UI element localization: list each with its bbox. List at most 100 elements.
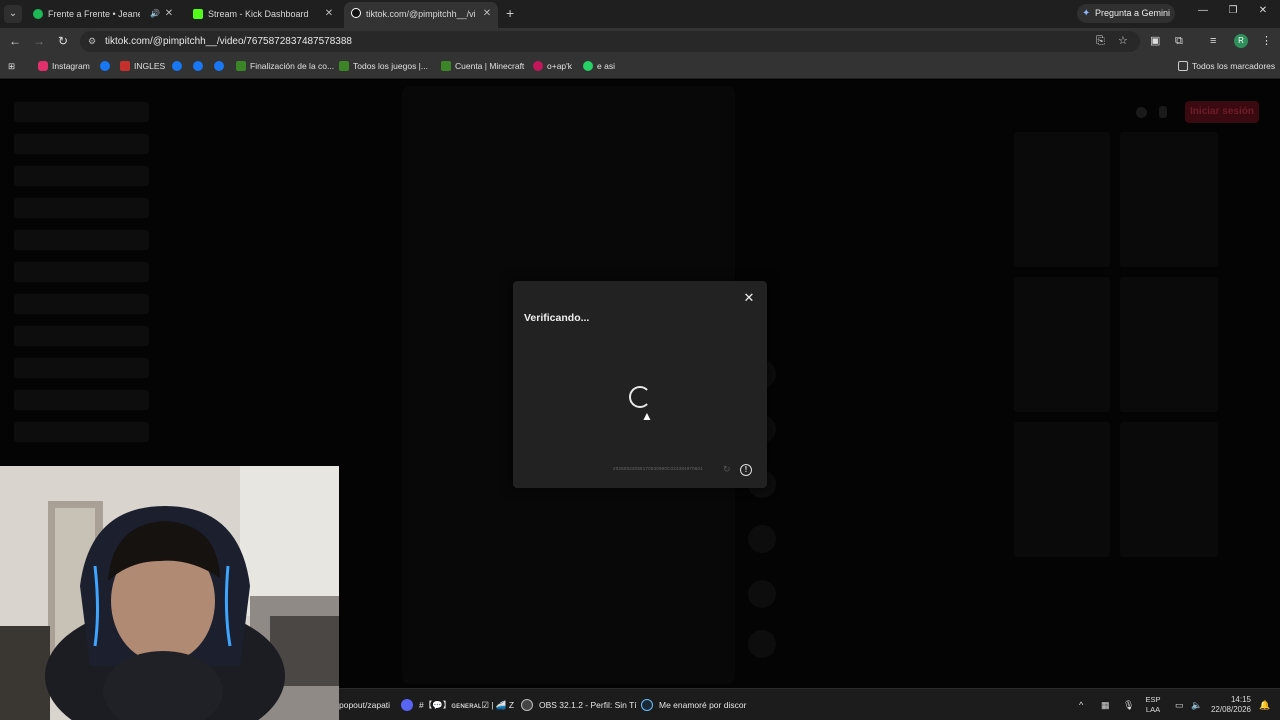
close-window-button[interactable]: ✕	[1255, 5, 1271, 16]
xbox-icon	[236, 61, 246, 71]
bookmark-oapk[interactable]: o+ap'k	[533, 60, 572, 72]
xbox-icon	[441, 61, 451, 71]
skeleton-sidebar-item	[14, 294, 149, 314]
skeleton-thumbnail	[1120, 422, 1218, 557]
restore-button[interactable]: ❐	[1225, 5, 1241, 16]
login-button[interactable]: Iniciar sesión	[1185, 101, 1259, 123]
folder-icon	[1178, 61, 1188, 71]
taskbar-item-label: #【💬】ɢᴇɴᴇʀᴀʟ☑ | 🚄 Z	[419, 700, 515, 710]
skeleton-action-button	[748, 630, 776, 658]
install-app-icon[interactable]: ⎘	[1096, 35, 1105, 47]
refresh-icon[interactable]: ↻	[723, 464, 731, 475]
whatsapp-icon	[583, 61, 593, 71]
skeleton-sidebar-item	[14, 262, 149, 282]
reload-icon[interactable]: ↻	[56, 34, 70, 48]
tab-search-button[interactable]: ⌄	[4, 5, 22, 23]
close-tab-icon[interactable]: ✕	[163, 3, 175, 25]
site-info-icon[interactable]: ⚙	[88, 31, 96, 52]
bookmark-label: Cuenta | Minecraft	[455, 61, 525, 71]
skeleton-thumbnail	[1014, 132, 1110, 267]
tab-strip: ⌄ Frente a Frente • Jeanette 🔊 ✕ Stream …	[0, 0, 1280, 28]
close-icon[interactable]: ✕	[741, 290, 757, 306]
bookmark-finalizacion[interactable]: Finalización de la co...	[236, 60, 334, 72]
tiktok-icon	[351, 8, 361, 18]
taskbar-item-obs[interactable]: OBS 32.1.2 - Perfil: Sin Tí	[521, 699, 637, 711]
address-bar[interactable]: ⚙ tiktok.com/@pimpitchh__/video/76758728…	[80, 31, 1140, 52]
volume-icon[interactable]: 🔈	[1191, 700, 1202, 710]
instagram-icon	[38, 61, 48, 71]
taskbar-item-discord[interactable]: #【💬】ɢᴇɴᴇʀᴀʟ☑ | 🚄 Z	[401, 699, 514, 711]
toolbar: ← → ↻ ⚙ tiktok.com/@pimpitchh__/video/76…	[0, 28, 1280, 55]
bookmark-e-asi[interactable]: e asi	[583, 60, 615, 72]
bookmark-minecraft[interactable]: Cuenta | Minecraft	[441, 60, 524, 72]
all-bookmarks-label: Todos los marcadores	[1192, 61, 1276, 71]
tray-app-icon[interactable]: ▦	[1101, 700, 1110, 710]
tab-kick[interactable]: Stream - Kick Dashboard ✕	[186, 3, 340, 25]
speaker-icon[interactable]: 🔊	[150, 3, 160, 25]
ingles-icon	[120, 61, 130, 71]
info-icon[interactable]: !	[740, 464, 752, 476]
network-icon[interactable]: ▭	[1175, 700, 1184, 710]
skeleton-sidebar-item	[14, 102, 149, 122]
loading-spinner-icon	[629, 386, 651, 408]
bookmark-ingles[interactable]: INGLES	[120, 60, 165, 72]
facebook-icon	[214, 61, 224, 71]
tab-tiktok[interactable]: tiktok.com/@pimpitchh__/video ✕	[344, 2, 498, 28]
chrome-menu-icon[interactable]: ⋮	[1261, 35, 1272, 47]
profile-avatar[interactable]: R	[1234, 34, 1248, 48]
device-icon[interactable]	[1159, 106, 1167, 118]
bookmark-facebook[interactable]	[172, 60, 186, 72]
webcam-feed-image	[0, 466, 339, 720]
facebook-icon	[193, 61, 203, 71]
forward-icon[interactable]: →	[32, 34, 46, 48]
language-code: ESP	[1145, 695, 1161, 704]
gemini-button[interactable]: ✦ Pregunta a Gemini	[1077, 4, 1175, 23]
reading-mode-icon[interactable]: ▣	[1150, 35, 1160, 47]
bookmark-instagram[interactable]: Instagram	[38, 60, 90, 72]
close-tab-icon[interactable]: ✕	[323, 3, 335, 25]
media-controls-icon[interactable]: ≡	[1210, 35, 1216, 47]
skeleton-sidebar-item	[14, 134, 149, 154]
language-indicator[interactable]: ESP LAA	[1145, 695, 1161, 715]
tab-label: Frente a Frente • Jeanette	[48, 9, 140, 19]
clock-date: 22/08/2026	[1210, 705, 1251, 714]
bookmark-facebook[interactable]	[214, 60, 228, 72]
taskbar-item-steam[interactable]: Me enamoré por discor	[641, 699, 746, 711]
back-icon[interactable]: ←	[8, 34, 22, 48]
all-bookmarks-folder[interactable]: Todos los marcadores	[1178, 60, 1275, 72]
new-tab-button[interactable]: +	[506, 5, 514, 21]
taskbar: popout/zapati #【💬】ɢᴇɴᴇʀᴀʟ☑ | 🚄 Z OBS 32.…	[339, 688, 1280, 720]
taskbar-item-label: OBS 32.1.2 - Perfil: Sin Tí	[539, 700, 637, 710]
bookmark-facebook[interactable]	[100, 60, 114, 72]
discord-icon	[401, 699, 413, 711]
bookmark-todos-juegos[interactable]: Todos los juegos |...	[339, 60, 428, 72]
bookmark-label: INGLES	[134, 61, 166, 71]
bookmark-label: e asi	[597, 61, 615, 71]
bookmark-label: Finalización de la co...	[250, 61, 335, 71]
clock[interactable]: 14:15 22/08/2026	[1205, 695, 1251, 715]
bookmark-label: o+ap'k	[547, 61, 573, 71]
bookmark-facebook[interactable]	[193, 60, 207, 72]
skeleton-thumbnail	[1014, 422, 1110, 557]
coin-icon[interactable]	[1136, 107, 1147, 118]
extensions-icon[interactable]: ⧉	[1175, 35, 1183, 47]
bookmarks-bar: ⊞ Instagram INGLES Finalización de la co…	[0, 55, 1280, 79]
close-tab-icon[interactable]: ✕	[481, 2, 493, 26]
clock-time: 14:15	[1230, 695, 1251, 704]
skeleton-thumbnail	[1014, 277, 1110, 412]
taskbar-item-popout[interactable]: popout/zapati	[339, 699, 390, 711]
gemini-icon: ✦	[1082, 8, 1091, 19]
bookmark-star-icon[interactable]: ☆	[1118, 35, 1128, 47]
apps-icon[interactable]: ⊞	[8, 60, 15, 72]
skeleton-sidebar-item	[14, 422, 149, 442]
verification-id: 20260823055170530990C024384970601	[613, 466, 703, 471]
show-hidden-icons-icon[interactable]: ^	[1079, 700, 1083, 710]
skeleton-action-button	[748, 525, 776, 553]
notifications-icon[interactable]: 🔔	[1259, 700, 1270, 710]
facebook-icon	[100, 61, 110, 71]
tab-label: Stream - Kick Dashboard	[208, 9, 309, 19]
skeleton-sidebar-item	[14, 358, 149, 378]
microphone-icon[interactable]: 🎙	[1123, 700, 1134, 710]
tab-spotify[interactable]: Frente a Frente • Jeanette 🔊 ✕	[26, 3, 180, 25]
minimize-button[interactable]: —	[1195, 5, 1211, 16]
